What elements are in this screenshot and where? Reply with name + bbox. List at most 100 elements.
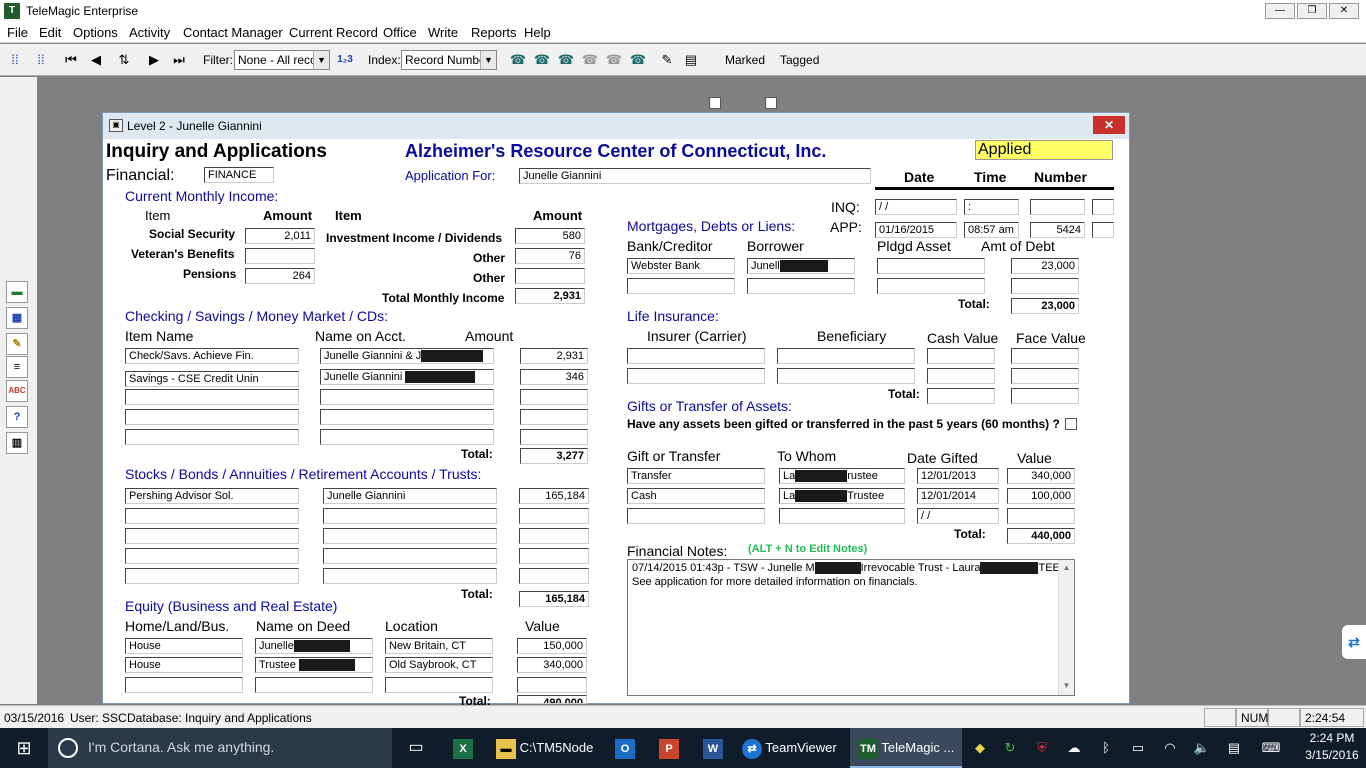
life-row-2-face[interactable] [1011, 368, 1079, 384]
financial-notes-box[interactable]: 07/14/2015 01:43p - TSW - Junelle M Irrev… [627, 559, 1075, 696]
phone-log-icon[interactable]: ☎ [627, 49, 649, 71]
help-icon[interactable]: ? [6, 406, 28, 428]
equity-row-2-home[interactable]: House [125, 657, 243, 673]
list-view-icon[interactable]: ⁞⁞ [4, 49, 26, 71]
financial-field[interactable]: FINANCE [204, 167, 274, 183]
life-row-2-cash[interactable] [927, 368, 995, 384]
tray-sync-icon[interactable]: ↻ [1000, 728, 1020, 768]
stocks-row-1-name[interactable]: Pershing Advisor Sol. [125, 488, 299, 504]
checking-row-5-account[interactable] [320, 429, 494, 445]
gifts-row-3-to-whom[interactable] [779, 508, 905, 524]
equity-row-1-location[interactable]: New Britain, CT [385, 638, 493, 654]
checking-row-2-name[interactable]: Savings - CSE Credit Unin [125, 371, 299, 387]
tray-shield-icon[interactable]: ⛨ [1032, 728, 1052, 768]
gifts-question-checkbox[interactable] [1065, 418, 1077, 430]
minimize-button[interactable]: — [1265, 3, 1295, 19]
goto-record-icon[interactable]: ⇅ [113, 49, 135, 71]
status-badge[interactable]: Applied [975, 140, 1113, 160]
social-security-field[interactable]: 2,011 [245, 228, 315, 244]
checking-row-3-amount[interactable] [520, 389, 588, 405]
bluetooth-icon[interactable]: ᛒ [1096, 728, 1116, 768]
stocks-row-4-account[interactable] [323, 548, 497, 564]
filter-select[interactable]: None - All recor ▼ [234, 50, 330, 70]
stocks-row-2-name[interactable] [125, 508, 299, 524]
last-record-icon[interactable]: ⏭ [168, 49, 190, 71]
life-row-1-cash[interactable] [927, 348, 995, 364]
phone-dial-icon[interactable]: ☎ [531, 49, 553, 71]
mortgages-row-1-amount[interactable]: 23,000 [1011, 258, 1079, 274]
stocks-row-5-name[interactable] [125, 568, 299, 584]
spellcheck-icon[interactable]: ABC [6, 380, 28, 402]
life-row-2-insurer[interactable] [627, 368, 765, 384]
life-row-1-insurer[interactable] [627, 348, 765, 364]
app-time-field[interactable]: 08:57 am [964, 222, 1019, 238]
checking-row-2-amount[interactable]: 346 [520, 369, 588, 385]
menu-write[interactable]: Write [428, 25, 458, 40]
gifts-row-2-to-whom[interactable]: La Trustee [779, 488, 905, 504]
restore-button[interactable]: ❐ [1297, 3, 1327, 19]
gifts-row-2-type[interactable]: Cash [627, 488, 765, 504]
equity-row-2-location[interactable]: Old Saybrook, CT [385, 657, 493, 673]
phone-icon[interactable]: ☎ [507, 49, 529, 71]
checking-row-4-account[interactable] [320, 409, 494, 425]
checking-row-1-amount[interactable]: 2,931 [520, 348, 588, 364]
application-for-field[interactable]: Junelle Giannini [519, 168, 871, 184]
mortgages-row-1-bank[interactable]: Webster Bank [627, 258, 735, 274]
menu-options[interactable]: Options [73, 25, 118, 40]
menu-edit[interactable]: Edit [39, 25, 61, 40]
powerpoint-icon[interactable]: P [654, 728, 684, 768]
record-close-button[interactable]: ✕ [1093, 116, 1125, 134]
investment-income-field[interactable]: 580 [515, 228, 585, 244]
menu-office[interactable]: Office [383, 25, 417, 40]
stocks-row-5-amount[interactable] [519, 568, 589, 584]
equity-row-2-value[interactable]: 340,000 [517, 657, 587, 673]
mortgages-row-2-asset[interactable] [877, 278, 985, 294]
mortgages-row-2-borrower[interactable] [747, 278, 855, 294]
document-icon[interactable]: ≡ [6, 356, 28, 378]
phone-hold-icon[interactable]: ☎ [579, 49, 601, 71]
equity-row-1-deed[interactable]: Junelle [255, 638, 373, 654]
inq-extra-field[interactable] [1092, 199, 1114, 215]
equity-row-1-home[interactable]: House [125, 638, 243, 654]
clock-date[interactable]: 3/15/2016 [1300, 748, 1364, 762]
mortgages-row-1-borrower[interactable]: Junell [747, 258, 855, 274]
stocks-row-2-amount[interactable] [519, 508, 589, 524]
mortgages-row-2-amount[interactable] [1011, 278, 1079, 294]
gifts-row-3-type[interactable] [627, 508, 765, 524]
stocks-row-1-account[interactable]: Junelle Giannini [323, 488, 497, 504]
windows-start-icon[interactable]: ⊞ [0, 728, 48, 768]
gifts-row-1-date[interactable]: 12/01/2013 [917, 468, 999, 484]
close-button[interactable]: ✕ [1329, 3, 1359, 19]
taskbar-folder[interactable]: ▬ C:\TM5Node [488, 728, 604, 768]
checking-row-5-amount[interactable] [520, 429, 588, 445]
phone-hangup-icon[interactable]: ☎ [603, 49, 625, 71]
life-row-1-face[interactable] [1011, 348, 1079, 364]
stocks-row-3-name[interactable] [125, 528, 299, 544]
battery-icon[interactable]: ▭ [1128, 728, 1148, 768]
stocks-row-2-account[interactable] [323, 508, 497, 524]
previous-record-icon[interactable]: ◀ [85, 49, 107, 71]
scroll-down-icon[interactable]: ▼ [1059, 678, 1074, 694]
menu-contact-manager[interactable]: Contact Manager [183, 25, 283, 40]
stocks-row-3-amount[interactable] [519, 528, 589, 544]
inq-number-field[interactable] [1030, 199, 1085, 215]
excel-icon[interactable]: X [448, 728, 478, 768]
mortgages-row-1-asset[interactable] [877, 258, 985, 274]
gifts-row-3-date[interactable]: / / [917, 508, 999, 524]
teamviewer-side-icon[interactable]: ⇄ [1342, 625, 1366, 659]
record-view-icon[interactable]: ⁞⁞ [30, 49, 52, 71]
notes-scrollbar[interactable]: ▲ ▼ [1058, 560, 1074, 695]
edit-form-icon[interactable]: ✎ [656, 49, 678, 71]
wifi-icon[interactable]: ◠ [1160, 728, 1180, 768]
app-extra-field[interactable] [1092, 222, 1114, 238]
gifts-row-2-date[interactable]: 12/01/2014 [917, 488, 999, 504]
equity-row-3-home[interactable] [125, 677, 243, 693]
layout-icon[interactable]: ▤ [680, 49, 702, 71]
gifts-row-1-type[interactable]: Transfer [627, 468, 765, 484]
checking-row-2-account[interactable]: Junelle Giannini [320, 369, 494, 385]
sort-123-icon[interactable]: 1₂3 [334, 49, 356, 71]
equity-row-1-value[interactable]: 150,000 [517, 638, 587, 654]
equity-row-3-deed[interactable] [255, 677, 373, 693]
calendar-icon[interactable]: ▦ [6, 307, 28, 329]
checking-row-4-name[interactable] [125, 409, 299, 425]
